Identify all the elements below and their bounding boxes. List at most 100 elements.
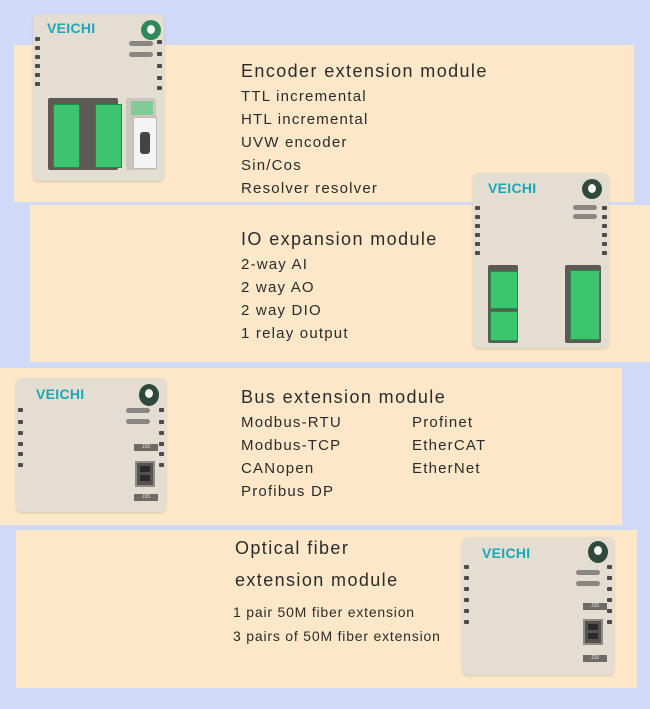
vent-icon [607,587,612,591]
green-connector [570,270,600,340]
vent-icon [18,452,23,456]
brand-logo: VEICHI [482,545,531,561]
vent-icon [157,40,162,44]
status-led-icon [129,52,153,57]
green-connector [95,104,122,168]
list-item: CANopen [241,460,315,477]
dsub-connector-icon [133,117,157,169]
vent-icon [159,452,164,456]
list-item: EtherCAT [412,437,487,454]
green-connector [53,104,80,168]
status-led-icon [126,419,150,424]
list-item: Modbus-TCP [241,437,342,454]
green-connector [490,311,518,341]
vent-icon [159,408,164,412]
vent-icon [475,224,480,228]
vent-icon [464,565,469,569]
status-led-icon [573,205,597,210]
bus-module-title: Bus extension module [241,387,447,407]
j15-label: J15 [583,603,607,610]
list-item: 3 pairs of 50M fiber extension [233,628,441,644]
vent-icon [35,46,40,50]
knob-icon [588,541,608,563]
vent-icon [607,609,612,613]
vent-icon [464,620,469,624]
green-window [131,101,153,115]
vent-icon [607,565,612,569]
list-item: 1 pair 50M fiber extension [233,604,415,620]
list-item: Profibus DP [241,483,335,500]
list-item: UVW encoder [241,134,348,151]
bus-module-image: VEICHI J15 J15 [16,378,166,512]
list-item: EtherNet [412,460,481,477]
vent-icon [35,55,40,59]
status-led-icon [129,41,153,46]
list-item: Sin/Cos [241,157,302,174]
vent-icon [18,420,23,424]
vent-icon [464,598,469,602]
vent-icon [157,64,162,68]
status-led-icon [126,408,150,413]
vent-icon [475,233,480,237]
dip-switch-icon [135,461,155,487]
j15-label: J15 [583,655,607,662]
list-item: 2-way AI [241,256,309,273]
brand-logo: VEICHI [488,180,537,196]
fiber-module-title-line1: Optical fiber [235,538,350,558]
vent-icon [157,86,162,90]
vent-icon [475,215,480,219]
vent-icon [157,52,162,56]
io-module-title: IO expansion module [241,229,438,249]
vent-icon [607,598,612,602]
vent-icon [602,242,607,246]
vent-icon [35,64,40,68]
list-item: Resolver resolver [241,180,379,197]
vent-icon [157,76,162,80]
vent-icon [602,215,607,219]
knob-icon [139,384,159,406]
brand-logo: VEICHI [47,20,96,36]
status-led-icon [576,570,600,575]
encoder-module-image: VEICHI [33,14,164,181]
j15-label: J15 [134,444,158,451]
green-connector [490,271,518,309]
vent-icon [18,463,23,467]
list-item: 2 way AO [241,279,315,296]
vent-icon [475,206,480,210]
list-item: TTL incremental [241,88,367,105]
vent-icon [602,206,607,210]
vent-icon [607,620,612,624]
vent-icon [35,73,40,77]
status-led-icon [576,581,600,586]
vent-icon [159,431,164,435]
vent-icon [475,251,480,255]
vent-icon [159,463,164,467]
vent-icon [464,576,469,580]
vent-icon [35,37,40,41]
fiber-module-title-line2: extension module [235,570,399,590]
vent-icon [602,233,607,237]
knob-icon [141,20,161,40]
knob-icon [582,179,602,199]
vent-icon [464,587,469,591]
vent-icon [607,576,612,580]
fiber-module-image: VEICHI J15 J15 [462,537,614,675]
vent-icon [602,224,607,228]
encoder-module-title: Encoder extension module [241,61,488,81]
brand-logo: VEICHI [36,386,85,402]
vent-icon [159,420,164,424]
io-module-image: VEICHI [473,173,609,348]
dip-switch-icon [583,619,603,645]
status-led-icon [573,214,597,219]
list-item: 1 relay output [241,325,349,342]
vent-icon [475,242,480,246]
vent-icon [159,442,164,446]
vent-icon [35,82,40,86]
list-item: HTL incremental [241,111,369,128]
list-item: Profinet [412,414,474,431]
vent-icon [464,609,469,613]
vent-icon [18,442,23,446]
vent-icon [18,408,23,412]
vent-icon [602,251,607,255]
vent-icon [18,431,23,435]
